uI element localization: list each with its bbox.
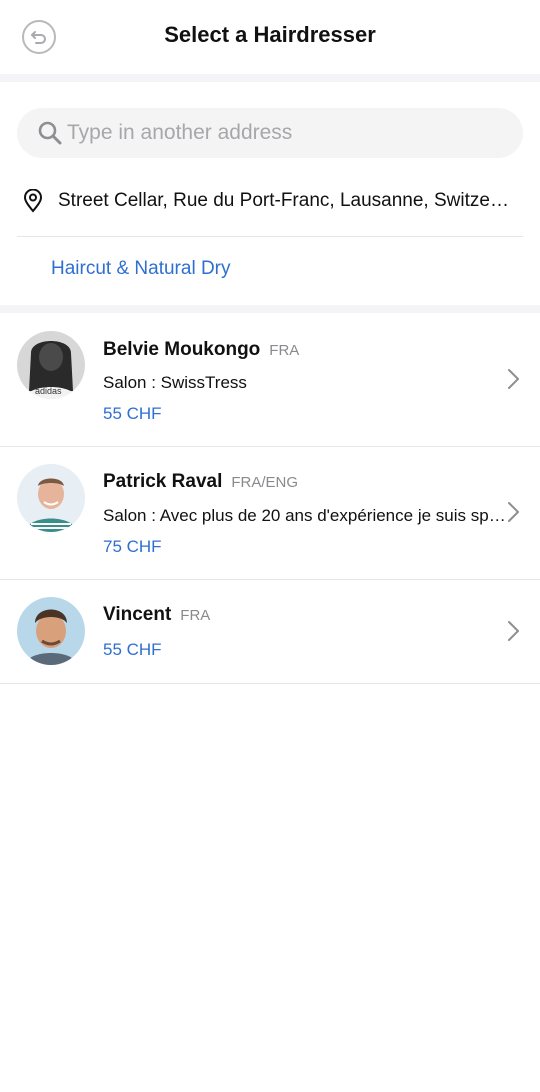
avatar xyxy=(17,597,85,665)
hairdresser-name-line: Patrick Raval FRA/ENG xyxy=(103,471,298,493)
hairdresser-row[interactable]: Vincent FRA 55 CHF xyxy=(0,580,540,683)
avatar xyxy=(17,464,85,532)
section-separator xyxy=(0,74,540,82)
address-text: Street Cellar, Rue du Port-Franc, Lausan… xyxy=(58,190,510,211)
hairdresser-languages: FRA xyxy=(269,342,300,359)
hairdresser-name: Patrick Raval xyxy=(103,471,223,492)
divider xyxy=(17,236,523,237)
hairdresser-salon: Salon : Avec plus de 20 ans d'expérience… xyxy=(103,506,515,525)
divider xyxy=(0,683,540,684)
hairdresser-price: 55 CHF xyxy=(103,640,162,659)
search-box[interactable] xyxy=(17,108,523,158)
search-icon xyxy=(38,121,62,145)
hairdresser-salon: Salon : SwissTress xyxy=(103,373,247,392)
hairdresser-name: Vincent xyxy=(103,604,172,625)
address-row[interactable]: Street Cellar, Rue du Port-Franc, Lausan… xyxy=(22,184,522,218)
hairdresser-price: 55 CHF xyxy=(103,404,162,423)
avatar: adidas xyxy=(17,331,85,399)
svg-text:adidas: adidas xyxy=(35,386,62,396)
location-pin-icon xyxy=(23,189,43,213)
chevron-right-icon xyxy=(508,369,519,389)
service-label[interactable]: Haircut & Natural Dry xyxy=(51,258,231,280)
chevron-right-icon xyxy=(508,502,519,522)
chevron-right-icon xyxy=(508,621,519,641)
hairdresser-languages: FRA/ENG xyxy=(231,474,299,491)
hairdresser-name: Belvie Moukongo xyxy=(103,339,261,360)
hairdresser-name-line: Vincent FRA xyxy=(103,604,210,626)
header: Select a Hairdresser xyxy=(0,0,540,74)
hairdresser-row[interactable]: Patrick Raval FRA/ENG Salon : Avec plus … xyxy=(0,447,540,579)
page-title: Select a Hairdresser xyxy=(164,22,376,47)
search-input[interactable] xyxy=(67,121,487,145)
hairdresser-name-line: Belvie Moukongo FRA xyxy=(103,339,299,361)
hairdresser-languages: FRA xyxy=(180,607,211,624)
hairdresser-price: 75 CHF xyxy=(103,537,162,556)
hairdresser-row[interactable]: adidas Belvie Moukongo FRA Salon : Swiss… xyxy=(0,314,540,446)
section-separator xyxy=(0,305,540,313)
